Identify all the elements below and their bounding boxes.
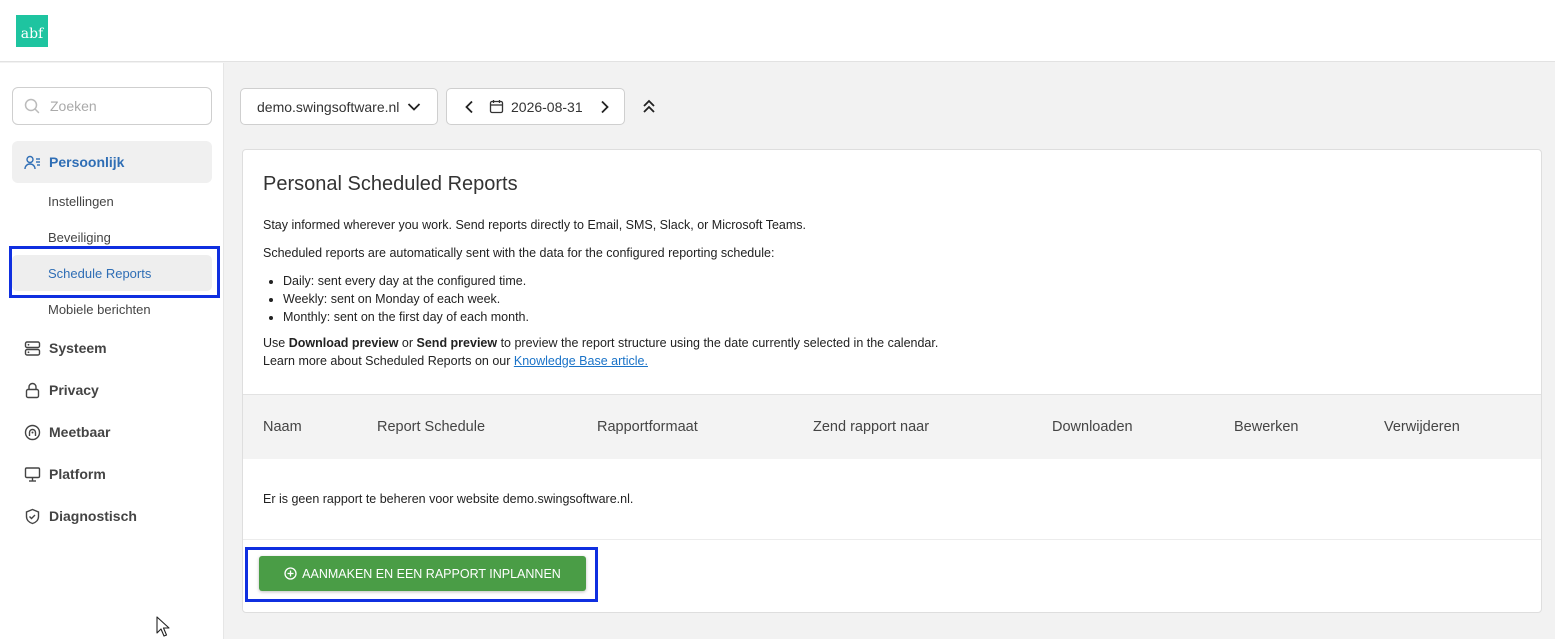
page-title: Personal Scheduled Reports	[263, 173, 518, 195]
intro-paragraph-2: Scheduled reports are automatically sent…	[263, 246, 775, 260]
column-header-report-schedule[interactable]: Report Schedule	[377, 419, 485, 435]
sidebar-group-persoonlijk[interactable]: Persoonlijk	[12, 141, 212, 183]
next-date-button[interactable]	[597, 98, 613, 116]
column-header-zend-rapport-naar[interactable]: Zend rapport naar	[813, 419, 929, 435]
table-header: Naam Report Schedule Rapportformaat Zend…	[243, 394, 1541, 459]
chevron-down-icon	[407, 102, 421, 111]
search-icon	[24, 98, 40, 114]
sidebar-group-label: Diagnostisch	[49, 508, 137, 524]
sidebar-group-label: Privacy	[49, 382, 99, 398]
date-picker[interactable]: 2026-08-31	[446, 88, 625, 125]
intro-paragraph-1: Stay informed wherever you work. Send re…	[263, 218, 807, 232]
column-header-bewerken[interactable]: Bewerken	[1234, 419, 1298, 435]
send-preview-term: Send preview	[416, 336, 498, 350]
sidebar-group-label: Persoonlijk	[49, 154, 125, 170]
search-box[interactable]	[12, 87, 212, 125]
shield-check-icon	[25, 508, 40, 524]
knowledge-base-link[interactable]: Knowledge Base article.	[514, 354, 648, 368]
column-header-naam[interactable]: Naam	[263, 419, 302, 435]
user-list-icon	[24, 155, 40, 169]
monitor-icon	[24, 466, 41, 482]
plus-circle-icon	[284, 567, 297, 580]
column-header-verwijderen[interactable]: Verwijderen	[1384, 419, 1460, 435]
app-logo[interactable]: abf	[16, 15, 48, 47]
website-select-value: demo.swingsoftware.nl	[257, 98, 400, 115]
sidebar-group-label: Systeem	[49, 340, 107, 356]
intro-text: Stay informed wherever you work. Send re…	[263, 216, 1263, 370]
mouse-cursor-icon	[156, 616, 170, 637]
column-header-rapportformaat[interactable]: Rapportformaat	[597, 419, 698, 435]
learn-more: Learn more about Scheduled Reports on ou…	[263, 352, 1263, 370]
scheduled-reports-card: Personal Scheduled Reports Stay informed…	[242, 149, 1542, 613]
selected-date: 2026-08-31	[511, 99, 583, 115]
sidebar-group-meetbaar[interactable]: Meetbaar	[12, 411, 212, 453]
download-preview-term: Download preview	[288, 336, 399, 350]
lock-icon	[25, 382, 40, 398]
sidebar: Persoonlijk Instellingen Beveiliging Sch…	[0, 63, 224, 639]
column-header-downloaden[interactable]: Downloaden	[1052, 419, 1133, 435]
text: Use	[263, 336, 289, 350]
website-select[interactable]: demo.swingsoftware.nl	[240, 88, 438, 125]
preview-instructions: Use Download preview or Send preview to …	[263, 334, 1263, 352]
previous-date-button[interactable]	[461, 98, 477, 116]
create-schedule-report-button[interactable]: AANMAKEN EN EEN RAPPORT INPLANNEN	[259, 556, 586, 591]
chevron-right-icon	[601, 100, 609, 114]
sidebar-group-label: Platform	[49, 466, 106, 482]
sidebar-group-systeem[interactable]: Systeem	[12, 327, 212, 369]
sidebar-group-platform[interactable]: Platform	[12, 453, 212, 495]
sidebar-item-mobiele-berichten[interactable]: Mobiele berichten	[12, 291, 212, 327]
text: or	[398, 336, 417, 350]
measurable-icon	[24, 424, 41, 440]
list-item: Daily: sent every day at the configured …	[283, 272, 1263, 290]
text: to preview the report structure using th…	[497, 336, 939, 350]
double-chevron-up-icon	[643, 99, 655, 113]
text: Learn more about Scheduled Reports on ou…	[263, 354, 514, 368]
create-button-label: AANMAKEN EN EEN RAPPORT INPLANNEN	[302, 566, 561, 581]
divider	[243, 539, 1541, 540]
sidebar-group-privacy[interactable]: Privacy	[12, 369, 212, 411]
server-icon	[24, 340, 41, 356]
collapse-button[interactable]	[639, 96, 659, 116]
chevron-left-icon	[465, 100, 473, 114]
schedule-list: Daily: sent every day at the configured …	[283, 272, 1263, 326]
sidebar-item-instellingen[interactable]: Instellingen	[12, 183, 212, 219]
sidebar-item-schedule-reports[interactable]: Schedule Reports	[12, 255, 212, 291]
sidebar-group-label: Meetbaar	[49, 424, 111, 440]
sidebar-item-beveiliging[interactable]: Beveiliging	[12, 219, 212, 255]
empty-table-message: Er is geen rapport te beheren voor websi…	[263, 492, 634, 506]
search-input[interactable]	[50, 98, 200, 114]
list-item: Monthly: sent on the first day of each m…	[283, 308, 1263, 326]
calendar-icon	[489, 100, 504, 114]
list-item: Weekly: sent on Monday of each week.	[283, 290, 1263, 308]
sidebar-group-diagnostisch[interactable]: Diagnostisch	[12, 495, 212, 537]
top-bar: abf	[0, 0, 1555, 62]
